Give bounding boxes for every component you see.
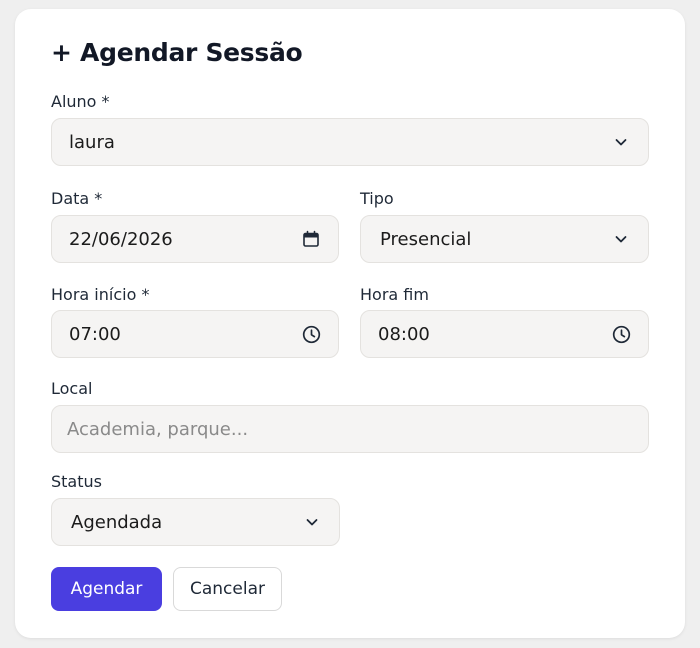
- calendar-icon[interactable]: [301, 229, 321, 249]
- aluno-select[interactable]: laura: [51, 118, 649, 166]
- tipo-select[interactable]: Presencial: [360, 215, 649, 263]
- local-input[interactable]: [67, 418, 631, 440]
- tipo-value: Presencial: [380, 228, 472, 250]
- clock-icon[interactable]: [611, 324, 631, 344]
- hora-fim-label: Hora fim: [360, 285, 429, 304]
- status-value: Agendada: [71, 511, 163, 533]
- hora-inicio-label: Hora início *: [51, 285, 150, 304]
- date-input[interactable]: 22/06/2026: [51, 215, 339, 263]
- start-time-input[interactable]: 07:00: [51, 310, 339, 358]
- date-value: 22/06/2026: [69, 228, 173, 250]
- clock-icon[interactable]: [301, 324, 321, 344]
- data-label: Data *: [51, 189, 103, 208]
- local-field[interactable]: [51, 405, 649, 453]
- aluno-label: Aluno *: [51, 92, 110, 111]
- schedule-session-card: + Agendar Sessão Aluno * laura Data * 22…: [15, 9, 685, 638]
- start-time-value: 07:00: [69, 323, 121, 345]
- chevron-down-icon: [611, 229, 631, 249]
- aluno-value: laura: [69, 131, 115, 153]
- status-select[interactable]: Agendada: [51, 498, 340, 546]
- tipo-label: Tipo: [360, 189, 394, 208]
- chevron-down-icon: [302, 512, 322, 532]
- local-label: Local: [51, 379, 93, 398]
- schedule-button[interactable]: Agendar: [51, 567, 162, 611]
- page-title: + Agendar Sessão: [51, 38, 303, 67]
- end-time-value: 08:00: [378, 323, 430, 345]
- cancel-button[interactable]: Cancelar: [173, 567, 282, 611]
- end-time-input[interactable]: 08:00: [360, 310, 649, 358]
- chevron-down-icon: [611, 132, 631, 152]
- status-label: Status: [51, 472, 102, 491]
